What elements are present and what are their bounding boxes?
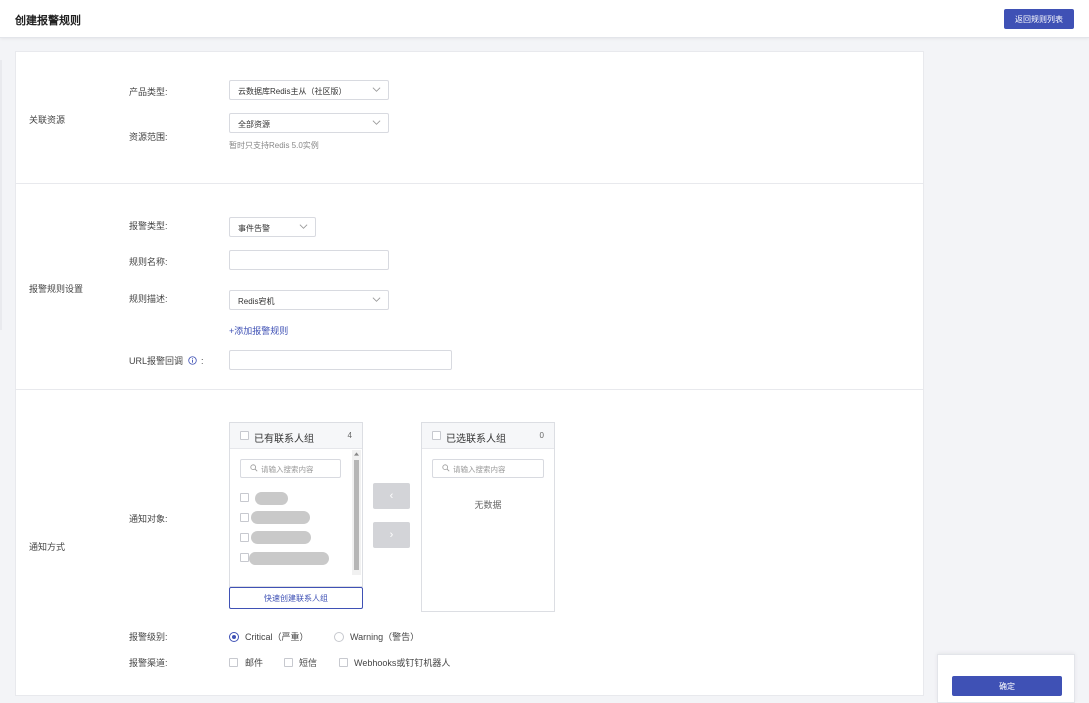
transfer-right-button[interactable]: › <box>373 522 410 548</box>
scroll-up-icon[interactable] <box>354 452 359 456</box>
available-select-all-checkbox[interactable] <box>240 431 249 440</box>
selected-select-all-checkbox[interactable] <box>432 431 441 440</box>
contact-checkbox[interactable] <box>240 493 249 502</box>
available-contacts-header: 已有联系人组 4 <box>230 423 362 449</box>
contact-checkbox[interactable] <box>240 533 249 542</box>
related-resources-label: 关联资源 <box>29 115 66 125</box>
notify-section-label: 通知方式 <box>29 542 66 552</box>
critical-label: Critical（严重） <box>245 632 309 642</box>
back-to-rule-list-button[interactable]: 返回规则列表 <box>1004 9 1074 29</box>
empty-state-text: 无数据 <box>474 500 502 510</box>
alarm-channel-label: 报警渠道: <box>129 658 168 668</box>
alarm-level-label: 报警级别: <box>129 632 168 642</box>
rule-desc-select[interactable]: Redis宕机 <box>229 290 389 310</box>
sms-label: 短信 <box>299 658 318 668</box>
webhook-label: Webhooks或钉钉机器人 <box>354 658 451 668</box>
available-contacts-title: 已有联系人组 <box>254 434 314 445</box>
page-header: 创建报警规则 返回规则列表 <box>0 0 1089 38</box>
product-type-select[interactable]: 云数据库Redis主从（社区版） <box>229 80 389 100</box>
rule-desc-label: 规则描述: <box>129 294 168 304</box>
left-edge-divider <box>0 60 2 330</box>
selected-contacts-title: 已选联系人组 <box>446 434 506 445</box>
footer-actions: 确定 <box>937 654 1075 703</box>
selected-contacts-header: 已选联系人组 0 <box>422 423 554 449</box>
resource-scope-hint: 暂时只支持Redis 5.0实例 <box>229 141 319 150</box>
sms-checkbox[interactable] <box>284 658 293 667</box>
warning-radio[interactable] <box>334 632 344 642</box>
alarm-type-label: 报警类型: <box>129 221 168 231</box>
redacted-contact-name <box>255 492 288 505</box>
selected-contacts-count: 0 <box>539 431 544 440</box>
redacted-contact-name <box>251 531 311 544</box>
notify-target-label: 通知对象: <box>129 514 168 524</box>
selected-contacts-box: 已选联系人组 0 请输入搜索内容 无数据 <box>421 422 555 612</box>
available-contacts-count: 4 <box>347 431 352 440</box>
search-icon <box>250 464 258 472</box>
alarm-type-value: 事件告警 <box>238 224 270 233</box>
selected-search-input[interactable]: 请输入搜索内容 <box>432 459 544 478</box>
rule-name-label: 规则名称: <box>129 257 168 267</box>
selected-search-placeholder: 请输入搜索内容 <box>453 465 506 474</box>
rule-settings-section: 报警规则设置 报警类型: 事件告警 规则名称: 规则描述: Redis宕机 +添… <box>16 184 923 390</box>
email-label: 邮件 <box>245 658 264 668</box>
page-title: 创建报警规则 <box>15 15 81 27</box>
webhook-checkbox[interactable] <box>339 658 348 667</box>
chevron-down-icon <box>299 224 308 229</box>
chevron-down-icon <box>372 297 381 302</box>
available-contacts-box: 已有联系人组 4 请输入搜索内容 <box>229 422 363 587</box>
search-icon <box>442 464 450 472</box>
product-type-label: 产品类型: <box>129 87 168 97</box>
warning-label: Warning（警告） <box>350 632 420 642</box>
email-checkbox[interactable] <box>229 658 238 667</box>
available-list-scrollbar[interactable] <box>352 450 361 575</box>
contact-checkbox[interactable] <box>240 553 249 562</box>
transfer-left-button[interactable]: ‹ <box>373 483 410 509</box>
create-rule-form: 关联资源 产品类型: 云数据库Redis主从（社区版） 资源范围: 全部资源 暂… <box>15 51 924 696</box>
notify-section: 通知方式 通知对象: 已有联系人组 4 请输入搜索内容 快速创建联系人组 ‹ ›… <box>16 390 923 695</box>
resource-scope-label: 资源范围: <box>129 132 168 142</box>
info-icon[interactable] <box>187 356 197 365</box>
resource-scope-value: 全部资源 <box>238 120 270 129</box>
chevron-down-icon <box>372 87 381 92</box>
related-resources-section: 关联资源 产品类型: 云数据库Redis主从（社区版） 资源范围: 全部资源 暂… <box>16 52 923 184</box>
chevron-down-icon <box>372 120 381 125</box>
rule-settings-label: 报警规则设置 <box>29 284 84 294</box>
quick-create-contact-group-button[interactable]: 快速创建联系人组 <box>229 587 363 609</box>
available-search-placeholder: 请输入搜索内容 <box>261 465 314 474</box>
redacted-contact-name <box>251 511 310 524</box>
url-callback-label: URL报警回调 <box>129 356 184 366</box>
url-callback-input[interactable] <box>229 350 452 370</box>
url-callback-label-group: URL报警回调 : <box>129 354 204 367</box>
add-alarm-rule-link[interactable]: +添加报警规则 <box>229 324 288 337</box>
redacted-contact-name <box>249 552 329 565</box>
confirm-button[interactable]: 确定 <box>952 676 1062 696</box>
available-search-input[interactable]: 请输入搜索内容 <box>240 459 341 478</box>
product-type-value: 云数据库Redis主从（社区版） <box>238 87 347 96</box>
url-callback-colon: : <box>201 356 204 366</box>
contact-checkbox[interactable] <box>240 513 249 522</box>
rule-desc-value: Redis宕机 <box>238 297 275 306</box>
resource-scope-select[interactable]: 全部资源 <box>229 113 389 133</box>
alarm-type-select[interactable]: 事件告警 <box>229 217 316 237</box>
rule-name-input[interactable] <box>229 250 389 270</box>
critical-radio[interactable] <box>229 632 239 642</box>
scrollbar-thumb[interactable] <box>354 460 359 570</box>
